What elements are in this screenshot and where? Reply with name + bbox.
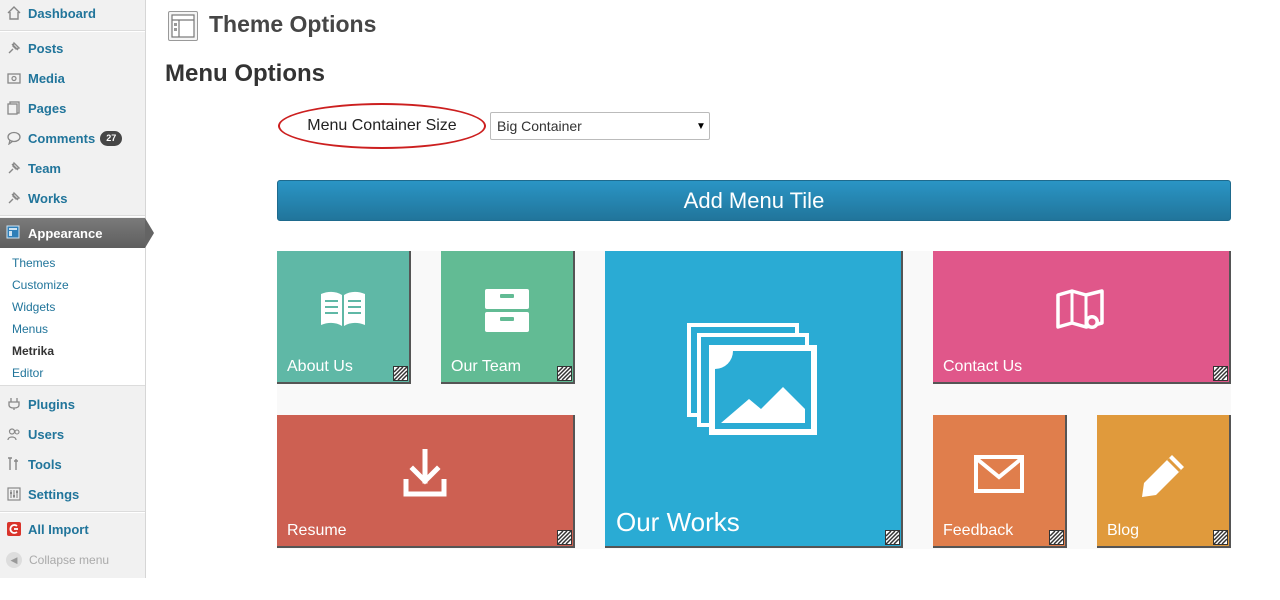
tile-resume[interactable]: Resume xyxy=(277,415,575,548)
tile-label: Resume xyxy=(287,522,347,539)
admin-sidebar: Dashboard Posts Media Pages Comments 27 … xyxy=(0,0,154,578)
sidebar-item-media[interactable]: Media xyxy=(0,63,145,93)
menu-container-size-label: Menu Container Size xyxy=(278,103,486,149)
resize-handle-icon[interactable] xyxy=(393,366,408,381)
sidebar-item-team[interactable]: Team xyxy=(0,153,145,183)
tile-our-team[interactable]: Our Team xyxy=(441,251,575,384)
sidebar-item-label: Pages xyxy=(28,100,67,116)
tile-label: Our Team xyxy=(451,358,521,375)
sidebar-item-label: Tools xyxy=(28,456,62,472)
tools-icon xyxy=(6,456,22,472)
settings-icon xyxy=(6,486,22,502)
resize-handle-icon[interactable] xyxy=(885,530,900,545)
tile-label: Feedback xyxy=(943,522,1014,539)
resize-handle-icon[interactable] xyxy=(557,530,572,545)
mail-icon xyxy=(933,455,1065,493)
sidebar-separator xyxy=(0,511,145,513)
sidebar-item-plugins[interactable]: Plugins xyxy=(0,389,145,419)
resize-handle-icon[interactable] xyxy=(1213,530,1228,545)
tile-contact-us[interactable]: Contact Us xyxy=(933,251,1231,384)
sidebar-item-label: Works xyxy=(28,190,68,206)
download-icon xyxy=(277,449,573,497)
sidebar-item-label: Users xyxy=(28,426,65,442)
pushpin-icon xyxy=(6,40,22,56)
tile-label: Our Works xyxy=(616,507,740,537)
sidebar-item-label: All Import xyxy=(28,521,89,537)
submenu-item-editor[interactable]: Editor xyxy=(12,366,43,380)
sidebar-separator xyxy=(0,215,145,217)
sidebar-item-tools[interactable]: Tools xyxy=(0,449,145,479)
submenu-item-widgets[interactable]: Widgets xyxy=(12,300,55,314)
tile-blog[interactable]: Blog xyxy=(1097,415,1231,548)
sidebar-item-posts[interactable]: Posts xyxy=(0,33,145,63)
resize-handle-icon[interactable] xyxy=(1213,366,1228,381)
comment-icon xyxy=(6,130,22,146)
menu-container-size-select[interactable]: Big Container ▼ xyxy=(490,112,710,140)
sidebar-separator xyxy=(0,30,145,32)
tile-label: About Us xyxy=(287,358,353,375)
submenu-item-themes[interactable]: Themes xyxy=(12,256,55,270)
sidebar-item-label: Settings xyxy=(28,486,80,502)
resize-handle-icon[interactable] xyxy=(1049,530,1064,545)
sidebar-item-label: Posts xyxy=(28,40,64,56)
page-title: Theme Options xyxy=(209,11,377,37)
pencil-icon xyxy=(1097,451,1229,501)
comments-count-badge: 27 xyxy=(100,130,123,146)
collapse-menu-label: Collapse menu xyxy=(29,553,110,567)
pushpin-icon xyxy=(6,160,22,176)
home-icon xyxy=(6,5,22,21)
tile-label: Contact Us xyxy=(943,358,1023,375)
gallery-icon xyxy=(605,323,901,439)
media-icon xyxy=(6,70,22,86)
pushpin-icon xyxy=(6,190,22,206)
collapse-menu-button[interactable]: ◀ Collapse menu xyxy=(6,552,109,568)
submenu-item-menus[interactable]: Menus xyxy=(12,322,48,336)
plugin-icon xyxy=(6,396,22,412)
tile-our-works[interactable]: Our Works xyxy=(605,251,903,548)
cabinet-icon xyxy=(441,285,573,335)
resize-handle-icon[interactable] xyxy=(557,366,572,381)
sidebar-item-dashboard[interactable]: Dashboard xyxy=(0,0,145,28)
sidebar-item-pages[interactable]: Pages xyxy=(0,93,145,123)
tile-about-us[interactable]: About Us xyxy=(277,251,411,384)
menu-tiles-grid: About Us Our Team Our Works Contact Us R… xyxy=(277,251,1231,549)
sidebar-item-label: Comments xyxy=(28,130,96,146)
sidebar-item-works[interactable]: Works xyxy=(0,183,145,213)
theme-options-icon xyxy=(168,11,198,41)
appearance-icon xyxy=(6,225,22,241)
tile-feedback[interactable]: Feedback xyxy=(933,415,1067,548)
users-icon xyxy=(6,426,22,442)
submenu-item-metrika[interactable]: Metrika xyxy=(12,344,54,358)
sidebar-item-label: Team xyxy=(28,160,61,176)
add-menu-tile-button[interactable]: Add Menu Tile xyxy=(277,180,1231,221)
pages-icon xyxy=(6,100,22,116)
dropdown-arrow-icon: ▼ xyxy=(696,120,706,132)
sidebar-item-comments[interactable]: Comments 27 xyxy=(0,123,145,153)
sidebar-item-all-import[interactable]: All Import xyxy=(0,514,145,544)
collapse-arrow-icon: ◀ xyxy=(6,552,22,568)
appearance-submenu: Themes Customize Widgets Menus Metrika E… xyxy=(0,248,145,386)
submenu-item-customize[interactable]: Customize xyxy=(12,278,69,292)
sidebar-item-label: Media xyxy=(28,70,65,86)
sidebar-item-label: Plugins xyxy=(28,396,75,412)
menu-container-size-value: Big Container xyxy=(497,118,582,134)
tile-label: Blog xyxy=(1107,522,1140,539)
map-icon xyxy=(933,289,1229,333)
sidebar-item-appearance[interactable]: Appearance xyxy=(0,218,154,248)
sidebar-item-users[interactable]: Users xyxy=(0,419,145,449)
sidebar-item-label: Appearance xyxy=(28,225,103,241)
section-title: Menu Options xyxy=(165,60,325,87)
book-icon xyxy=(277,289,409,329)
sidebar-item-settings[interactable]: Settings xyxy=(0,479,145,509)
sidebar-item-label: Dashboard xyxy=(28,5,96,21)
import-icon xyxy=(6,521,22,537)
